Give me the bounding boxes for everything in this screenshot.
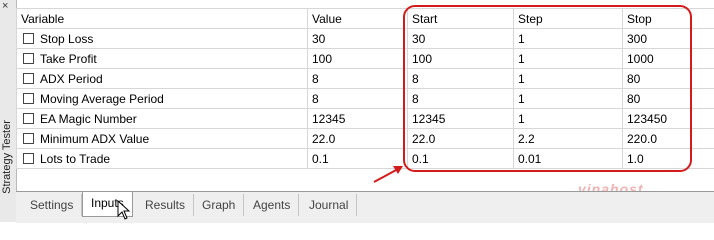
variable-name: Moving Average Period (40, 91, 164, 106)
column-header-step[interactable]: Step (513, 8, 623, 29)
close-icon[interactable]: × (2, 0, 8, 12)
value-cell[interactable]: 100 (307, 48, 408, 69)
step-cell[interactable]: 1 (513, 68, 623, 89)
stop-cell[interactable]: 300 (622, 28, 714, 49)
tab-settings[interactable]: Settings (22, 194, 83, 216)
start-cell[interactable]: 22.0 (407, 128, 514, 149)
variable-name: ADX Period (40, 71, 103, 86)
table-header-row: Variable Value Start Step Stop (16, 8, 714, 29)
optimize-checkbox[interactable] (23, 152, 34, 164)
start-cell[interactable]: 8 (407, 68, 514, 89)
stop-cell[interactable]: 123450 (622, 108, 714, 129)
step-cell[interactable]: 1 (513, 108, 623, 129)
strategy-tester-sidebar: × Strategy Tester (0, 0, 17, 222)
value-cell[interactable]: 12345 (307, 108, 408, 129)
table-row: Moving Average Period 8 8 1 80 (16, 88, 714, 109)
step-cell[interactable]: 1 (513, 28, 623, 49)
stop-cell[interactable]: 220.0 (622, 128, 714, 149)
step-cell[interactable]: 1 (513, 48, 623, 69)
variable-name: Take Profit (40, 51, 97, 66)
table-row: Take Profit 100 100 1 1000 (16, 48, 714, 69)
annotation-arrow-icon (373, 166, 403, 183)
table-row: ADX Period 8 8 1 80 (16, 68, 714, 89)
inputs-table: Variable Value Start Step Stop Stop Loss… (16, 8, 714, 169)
stop-cell[interactable]: 1000 (622, 48, 714, 69)
optimize-checkbox[interactable] (23, 72, 34, 84)
optimize-checkbox[interactable] (23, 92, 34, 104)
start-cell[interactable]: 0.1 (407, 148, 514, 169)
step-cell[interactable]: 1 (513, 88, 623, 109)
start-cell[interactable]: 30 (407, 28, 514, 49)
start-cell[interactable]: 8 (407, 88, 514, 109)
start-cell[interactable]: 12345 (407, 108, 514, 129)
optimize-checkbox[interactable] (23, 112, 34, 124)
tab-agents[interactable]: Agents (245, 194, 300, 216)
start-cell[interactable]: 100 (407, 48, 514, 69)
column-header-start[interactable]: Start (407, 8, 514, 29)
table-row: Stop Loss 30 30 1 300 (16, 28, 714, 49)
variable-name: Stop Loss (40, 31, 94, 46)
tab-journal[interactable]: Journal (301, 194, 358, 216)
variable-name: Minimum ADX Value (40, 131, 150, 146)
step-cell[interactable]: 0.01 (513, 148, 623, 169)
stop-cell[interactable]: 80 (622, 68, 714, 89)
table-row: EA Magic Number 12345 12345 1 123450 (16, 108, 714, 129)
tab-results[interactable]: Results (137, 194, 195, 216)
variable-name: EA Magic Number (40, 111, 137, 126)
panel-title: Strategy Tester (1, 120, 13, 194)
mouse-cursor-icon (117, 200, 131, 220)
column-header-value[interactable]: Value (307, 8, 408, 29)
column-header-variable[interactable]: Variable (16, 8, 308, 29)
value-cell[interactable]: 30 (307, 28, 408, 49)
value-cell[interactable]: 8 (307, 88, 408, 109)
step-cell[interactable]: 2.2 (513, 128, 623, 149)
value-cell[interactable]: 22.0 (307, 128, 408, 149)
tab-graph[interactable]: Graph (194, 194, 245, 216)
value-cell[interactable]: 8 (307, 68, 408, 89)
variable-name: Lots to Trade (40, 151, 111, 166)
optimize-checkbox[interactable] (23, 132, 34, 144)
optimize-checkbox[interactable] (23, 32, 34, 44)
table-row: Minimum ADX Value 22.0 22.0 2.2 220.0 (16, 128, 714, 149)
optimize-checkbox[interactable] (23, 52, 34, 64)
stop-cell[interactable]: 80 (622, 88, 714, 109)
table-row: Lots to Trade 0.1 0.1 0.01 1.0 (16, 148, 714, 169)
stop-cell[interactable]: 1.0 (622, 148, 714, 169)
column-header-stop[interactable]: Stop (622, 8, 714, 29)
